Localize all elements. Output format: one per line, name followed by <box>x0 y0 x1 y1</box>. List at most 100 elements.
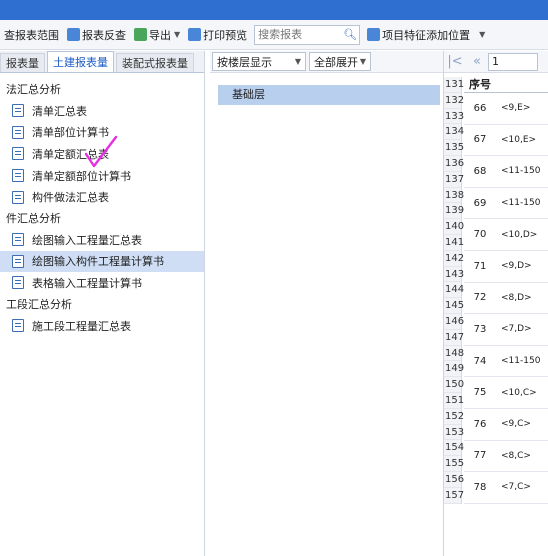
export-icon <box>134 28 147 41</box>
row-index: 69 <box>473 197 487 209</box>
row-index: 74 <box>473 355 487 367</box>
table-row[interactable]: 72 <8,D> <box>464 283 548 315</box>
row-location: <7,C> <box>501 482 531 493</box>
row-number[interactable]: 145 <box>444 298 464 314</box>
row-number[interactable]: 140 <box>444 219 464 235</box>
row-number[interactable]: 157 <box>444 488 464 504</box>
row-number[interactable]: 138 <box>444 188 464 204</box>
row-location: <11-150 <box>501 198 541 209</box>
table-row[interactable]: 77 <8,C> <box>464 441 548 473</box>
tree-item-table-quantity-calc[interactable]: 表格输入工程量计算书 <box>0 272 204 294</box>
row-index: 71 <box>473 260 487 272</box>
row-number[interactable]: 142 <box>444 251 464 267</box>
table-row[interactable]: 67 <10,E> <box>464 125 548 157</box>
row-number[interactable]: 136 <box>444 156 464 172</box>
row-number[interactable]: 146 <box>444 314 464 330</box>
report-doc-icon <box>12 233 24 247</box>
page-number-input[interactable]: 1 <box>488 52 538 71</box>
search-input[interactable] <box>255 28 344 41</box>
report-preview-panel: |< « 1 131 132 133 134 135 136 137 138 139 140 141… <box>443 51 548 556</box>
row-number[interactable]: 141 <box>444 235 464 251</box>
row-number[interactable]: 149 <box>444 361 464 378</box>
tree-item-drawing-component-calc[interactable]: 绘图输入构件工程量计算书 <box>0 250 204 273</box>
table-row[interactable]: 76 <9,C> <box>464 409 548 441</box>
tree-item-bill-summary[interactable]: 清单汇总表 <box>0 100 204 122</box>
row-number[interactable]: 152 <box>444 409 464 425</box>
search-icon[interactable]: 🔍︎ <box>343 28 357 41</box>
row-number[interactable]: 144 <box>444 282 464 299</box>
row-location: <7,D> <box>501 324 532 335</box>
expand-mode-select[interactable]: 全部展开 ▼ <box>309 52 371 71</box>
table-row[interactable]: 74 <11-150 <box>464 346 548 378</box>
tab-report-quantity[interactable]: 报表量 <box>0 53 45 72</box>
row-number[interactable]: 148 <box>444 346 464 362</box>
report-doc-icon <box>12 254 24 268</box>
report-range-button[interactable]: 查报表范围 <box>0 24 63 46</box>
row-number[interactable]: 153 <box>444 425 464 441</box>
toolbar-overflow[interactable]: ▼ <box>474 24 489 46</box>
grid-header: 序号 <box>464 77 548 93</box>
print-preview-button[interactable]: 打印预览 <box>184 24 251 46</box>
row-number[interactable]: 139 <box>444 203 464 220</box>
add-feature-position-button[interactable]: 项目特征添加位置 <box>363 24 474 46</box>
report-doc-icon <box>12 147 24 161</box>
row-number[interactable]: 150 <box>444 377 464 393</box>
table-row[interactable]: 78 <7,C> <box>464 472 548 504</box>
chevron-down-icon: ▼ <box>479 30 486 39</box>
table-row[interactable]: 75 <10,C> <box>464 377 548 409</box>
report-search[interactable]: 🔍︎ <box>254 24 361 45</box>
pager: |< « 1 <box>444 51 548 73</box>
row-index: 68 <box>473 165 487 177</box>
row-location: <10,D> <box>501 229 538 240</box>
row-index: 78 <box>473 481 487 493</box>
table-row[interactable]: 71 <9,D> <box>464 251 548 283</box>
row-number[interactable]: 132 <box>444 93 464 109</box>
row-index: 67 <box>473 134 487 146</box>
tree-item-drawing-quantity-summary[interactable]: 绘图输入工程量汇总表 <box>0 229 204 251</box>
row-location: <11-150 <box>501 356 541 367</box>
report-doc-icon <box>12 169 24 183</box>
row-number[interactable]: 135 <box>444 140 464 156</box>
table-row[interactable]: 68 <11-150 <box>464 156 548 188</box>
row-number[interactable]: 155 <box>444 456 464 472</box>
report-tabs: 报表量 土建报表量 装配式报表量 <box>0 51 204 73</box>
toolbar: 查报表范围 报表反查 导出 ▼ 打印预览 🔍︎ 项目特征添加位置 ▼ <box>0 20 548 50</box>
row-index: 75 <box>473 387 487 399</box>
row-number[interactable]: 133 <box>444 109 464 125</box>
row-index: 77 <box>473 450 487 462</box>
report-doc-icon <box>12 125 24 139</box>
print-icon <box>188 28 202 41</box>
table-row[interactable]: 73 <7,D> <box>464 314 548 346</box>
grid-rows: 66 <9,E> 67 <10,E> 68 <11-150 69 <11-150 70 <10,D… <box>464 93 548 504</box>
floor-item-foundation[interactable]: 基础层 <box>218 85 440 105</box>
row-number[interactable]: 143 <box>444 267 464 283</box>
tab-prefab-report-quantity[interactable]: 装配式报表量 <box>116 53 194 72</box>
previous-page-icon[interactable]: « <box>466 54 488 69</box>
row-number[interactable]: 134 <box>444 124 464 141</box>
tree-group-component-summary[interactable]: 件汇总分析 <box>0 208 204 229</box>
row-number[interactable]: 151 <box>444 393 464 409</box>
table-row[interactable]: 66 <9,E> <box>464 93 548 125</box>
export-button[interactable]: 导出 ▼ <box>130 24 184 46</box>
report-doc-icon <box>12 276 24 290</box>
report-reverse-button[interactable]: 报表反查 <box>63 24 130 46</box>
table-row[interactable]: 70 <10,D> <box>464 219 548 251</box>
feature-position-icon <box>367 28 381 41</box>
row-index: 73 <box>473 323 487 335</box>
row-number[interactable]: 137 <box>444 172 464 188</box>
row-number[interactable]: 156 <box>444 472 464 488</box>
first-page-icon[interactable]: |< <box>444 54 466 69</box>
display-mode-select[interactable]: 按楼层显示 ▼ <box>212 52 306 71</box>
tree-item-component-method-summary[interactable]: 构件做法汇总表 <box>0 186 204 208</box>
table-row[interactable]: 69 <11-150 <box>464 188 548 220</box>
report-tree-panel: 报表量 土建报表量 装配式报表量 法汇总分析 清单汇总表 清单部位计算书 清单定… <box>0 51 205 556</box>
tree-group-construction-section-summary[interactable]: 工段汇总分析 <box>0 294 204 315</box>
reverse-search-icon <box>67 28 80 41</box>
row-location: <11-150 <box>501 166 541 177</box>
row-number[interactable]: 154 <box>444 440 464 457</box>
tab-civil-report-quantity[interactable]: 土建报表量 <box>47 51 114 72</box>
row-number[interactable]: 131 <box>444 77 464 93</box>
tree-group-method-summary[interactable]: 法汇总分析 <box>0 79 204 100</box>
row-number[interactable]: 147 <box>444 330 464 346</box>
tree-item-construction-section-summary[interactable]: 施工段工程量汇总表 <box>0 315 204 337</box>
